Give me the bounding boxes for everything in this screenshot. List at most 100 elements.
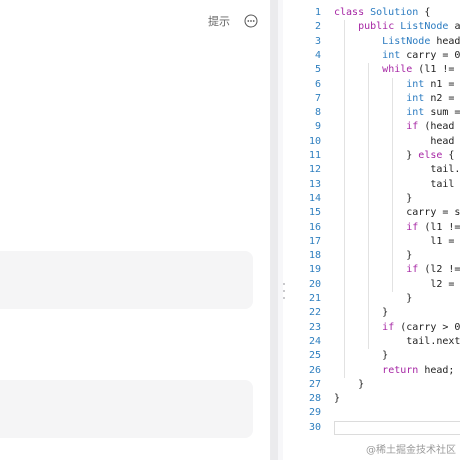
code-line[interactable]: 8 int sum = xyxy=(287,106,460,120)
code-line[interactable]: 3 ListNode head xyxy=(287,35,460,49)
code-text: int sum = xyxy=(334,106,460,120)
code-token: } xyxy=(382,307,389,319)
code-text: if (l1 != xyxy=(334,221,460,235)
code-line[interactable]: 1 class Solution { xyxy=(287,6,460,20)
code-text: int n1 = l xyxy=(334,78,460,92)
code-text: } xyxy=(334,306,388,320)
code-line[interactable]: 21 } xyxy=(287,292,460,306)
code-token: class xyxy=(334,7,371,18)
code-line[interactable]: 27 } xyxy=(287,378,460,392)
code-token: } xyxy=(334,393,341,405)
hint-button[interactable]: 提示 xyxy=(208,13,230,29)
code-token: ListNode xyxy=(400,21,455,33)
code-token: (l1 != n xyxy=(418,64,455,76)
line-number: 25 xyxy=(308,350,321,362)
code-line[interactable]: 6 int n1 = l xyxy=(287,78,460,92)
line-number: 9 xyxy=(314,121,321,133)
code-line[interactable]: 11 } else { xyxy=(287,149,460,163)
watermark: @稀土掘金技术社区 xyxy=(366,445,456,456)
code-line[interactable]: 4 int carry = 0; xyxy=(287,49,460,63)
code-line[interactable]: 16 if (l1 != xyxy=(287,221,460,235)
code-line[interactable]: 7 int n2 = l xyxy=(287,92,460,106)
code-token: (carry > 0) xyxy=(400,321,460,333)
code-token: int xyxy=(406,78,431,90)
line-number: 11 xyxy=(308,150,321,161)
code-line[interactable]: 12 tail.n xyxy=(287,163,460,177)
line-number: 12 xyxy=(308,164,321,176)
code-token: int xyxy=(406,92,431,104)
code-text: } xyxy=(334,249,412,263)
code-line[interactable]: 18 } xyxy=(287,249,460,263)
code-token: ListNode xyxy=(382,35,437,47)
code-text: ListNode head xyxy=(334,35,460,49)
code-token: if xyxy=(406,264,425,276)
code-line[interactable]: 9 if (head = xyxy=(287,120,460,134)
code-line[interactable]: 26 return head; xyxy=(287,364,460,378)
code-token: Solution xyxy=(370,7,419,18)
code-line[interactable]: 23 if (carry > 0) xyxy=(287,321,460,335)
code-text: return head; xyxy=(334,364,454,378)
line-number: 15 xyxy=(308,207,321,219)
code-text: l1 = l xyxy=(334,235,460,249)
code-token: carry = sum xyxy=(406,207,460,219)
code-editor[interactable]: @稀土掘金技术社区 1 class Solution {2 public List… xyxy=(287,0,460,460)
code-token: } xyxy=(382,350,389,362)
line-number: 22 xyxy=(308,307,321,319)
code-line[interactable]: 13 tail = xyxy=(287,178,460,192)
line-number: 23 xyxy=(308,321,321,333)
code-token: carry = 0; xyxy=(406,49,460,61)
code-text: tail.next xyxy=(334,335,460,349)
line-number: 19 xyxy=(308,264,321,276)
code-line[interactable]: 20 l2 = l xyxy=(287,278,460,292)
line-number: 3 xyxy=(314,35,321,47)
code-token: (l2 != xyxy=(424,264,460,276)
code-line[interactable]: 17 l1 = l xyxy=(287,235,460,249)
line-number: 29 xyxy=(308,407,321,419)
code-text: } xyxy=(334,349,388,363)
code-token: tail.next xyxy=(406,335,460,347)
code-line[interactable]: 15 carry = sum xyxy=(287,206,460,220)
code-line[interactable]: 2 public ListNode ad xyxy=(287,20,460,34)
code-line[interactable]: 5 while (l1 != n xyxy=(287,63,460,77)
line-number: 17 xyxy=(308,235,321,247)
example-block xyxy=(0,380,253,438)
code-line[interactable]: 10 head = xyxy=(287,135,460,149)
code-text: } xyxy=(334,292,412,306)
code-text: if (carry > 0) xyxy=(334,321,460,335)
code-line[interactable]: 28} xyxy=(287,392,460,406)
code-line[interactable]: 14 } xyxy=(287,192,460,206)
line-number: 14 xyxy=(308,192,321,204)
line-number: 20 xyxy=(308,278,321,290)
code-token: ad xyxy=(454,21,460,33)
panel-toolbar: 提示 xyxy=(208,13,258,29)
code-text: tail = xyxy=(334,178,460,192)
code-token: { xyxy=(448,150,455,161)
line-number: 5 xyxy=(314,64,321,76)
line-number: 30 xyxy=(308,421,321,433)
code-line[interactable]: 22 } xyxy=(287,306,460,320)
more-horizontal-icon[interactable] xyxy=(244,14,258,28)
code-line[interactable]: 29 xyxy=(287,406,460,420)
code-line[interactable]: 30 xyxy=(287,421,460,435)
code-line[interactable]: 19 if (l2 != xyxy=(287,263,460,277)
code-token: sum = xyxy=(430,107,460,119)
line-number: 8 xyxy=(314,107,321,119)
code-line[interactable]: 24 tail.next xyxy=(287,335,460,349)
code-text: int n2 = l xyxy=(334,92,460,106)
code-token: (l1 != xyxy=(424,221,460,233)
code-line[interactable]: 25 } xyxy=(287,349,460,363)
code-text: head = xyxy=(334,135,460,149)
code-text: class Solution { xyxy=(334,6,430,20)
code-text: carry = sum xyxy=(334,206,460,220)
code-text: int carry = 0; xyxy=(334,49,460,63)
line-number: 7 xyxy=(314,92,321,104)
panel-splitter[interactable] xyxy=(270,0,283,460)
